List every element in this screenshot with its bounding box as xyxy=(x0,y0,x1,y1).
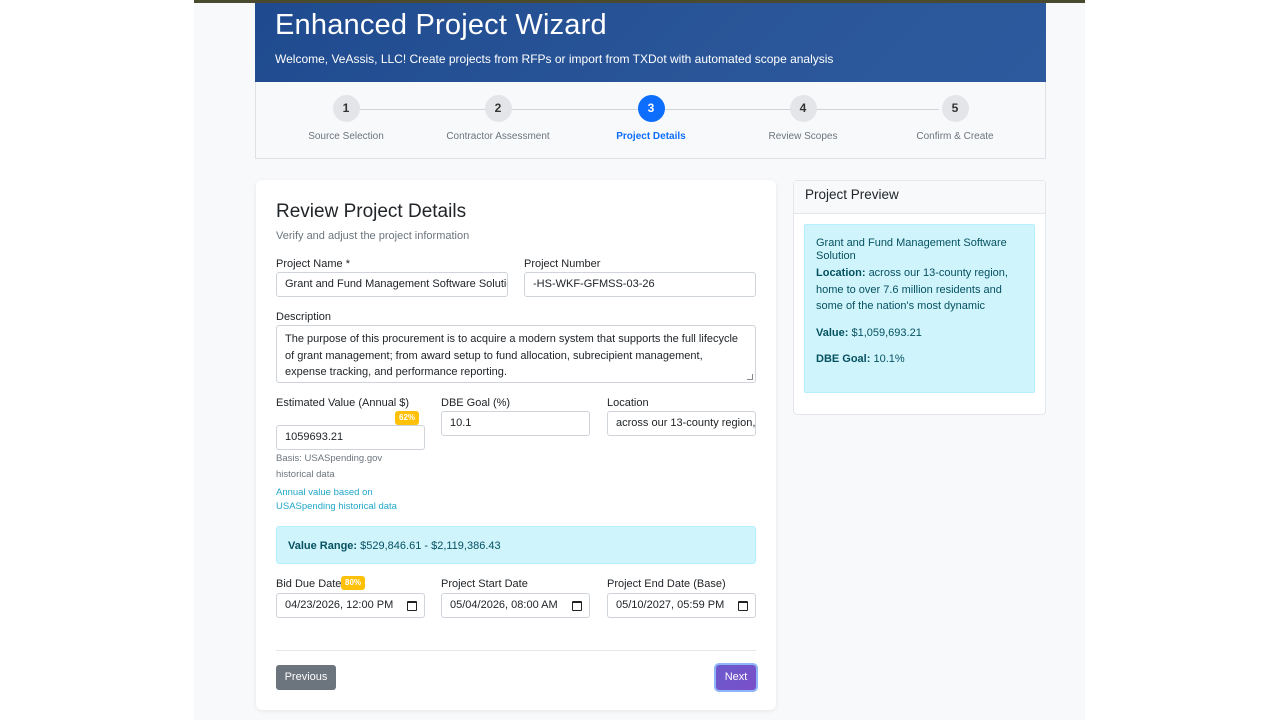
previous-button[interactable]: Previous xyxy=(276,665,336,690)
page-title: Enhanced Project Wizard xyxy=(275,9,607,41)
step-number: 5 xyxy=(941,95,969,122)
wizard-header: Enhanced Project Wizard Welcome, VeAssis… xyxy=(255,3,1046,82)
bid-due-label: Bid Due Date xyxy=(276,578,342,590)
form-divider xyxy=(276,650,756,651)
dbe-goal-label: DBE Goal (%) xyxy=(441,397,511,409)
preview-dbe-label: DBE Goal: xyxy=(816,353,871,365)
bid-due-date-input[interactable]: 04/23/2026, 12:00 PM xyxy=(276,593,425,618)
card-title: Review Project Details xyxy=(276,201,467,222)
preview-title: Project Preview xyxy=(794,181,1045,214)
next-button[interactable]: Next xyxy=(716,665,756,690)
preview-dbe-value: 10.1% xyxy=(873,353,905,365)
start-date-input[interactable]: 05/04/2026, 08:00 AM xyxy=(441,593,590,618)
calendar-icon[interactable] xyxy=(572,601,582,611)
preview-value-amount: $1,059,693.21 xyxy=(851,326,922,339)
end-date-value: 05/10/2027, 05:59 PM xyxy=(616,599,725,611)
value-hint-line-1: Annual value based on xyxy=(276,487,373,498)
description-text: The purpose of this procurement is to ac… xyxy=(285,333,739,378)
card-subtitle: Verify and adjust the project informatio… xyxy=(276,230,470,242)
value-range-alert: Value Range: $529,846.61 - $2,119,386.43 xyxy=(276,526,756,564)
project-name-input[interactable]: Grant and Fund Management Software Solut… xyxy=(276,272,508,297)
bid-due-date-value: 04/23/2026, 12:00 PM xyxy=(285,599,394,611)
value-range-text: $529,846.61 - $2,119,386.43 xyxy=(360,540,501,552)
step-project-details[interactable]: 3 Project Details xyxy=(576,95,726,142)
value-basis-line-1: Basis: USASpending.gov xyxy=(276,453,383,464)
preview-location-label: Location: xyxy=(816,267,866,279)
step-label: Contractor Assessment xyxy=(446,131,550,142)
step-confirm-create[interactable]: 5 Confirm & Create xyxy=(880,95,1030,142)
step-source-selection[interactable]: 1 Source Selection xyxy=(271,95,421,142)
step-label: Confirm & Create xyxy=(916,131,994,142)
preview-project-name: Grant and Fund Management Software Solut… xyxy=(816,237,1007,262)
project-number-label: Project Number xyxy=(524,258,601,270)
end-date-label: Project End Date (Base) xyxy=(607,578,726,590)
project-name-label: Project Name * xyxy=(276,258,350,270)
step-label: Project Details xyxy=(616,131,686,142)
step-number: 4 xyxy=(789,95,817,122)
step-number: 1 xyxy=(332,95,360,122)
dbe-goal-input[interactable]: 10.1 xyxy=(441,411,590,436)
estimated-value-input[interactable]: 1059693.21 xyxy=(276,425,425,450)
project-number-input[interactable]: -HS-WKF-GFMSS-03-26 xyxy=(524,272,756,297)
start-date-label: Project Start Date xyxy=(441,578,528,590)
step-label: Review Scopes xyxy=(768,131,838,142)
value-hint-line-2: USASpending historical data xyxy=(276,501,397,512)
step-contractor-assessment[interactable]: 2 Contractor Assessment xyxy=(423,95,573,142)
preview-value-label: Value: xyxy=(816,326,849,339)
resize-handle-icon[interactable] xyxy=(747,374,753,380)
value-basis-line-2: historical data xyxy=(276,469,335,480)
calendar-icon[interactable] xyxy=(738,601,748,611)
calendar-icon[interactable] xyxy=(407,601,417,611)
step-number: 2 xyxy=(484,95,512,122)
location-label: Location xyxy=(607,397,649,409)
project-details-card: Review Project Details Verify and adjust… xyxy=(256,180,776,710)
step-review-scopes[interactable]: 4 Review Scopes xyxy=(728,95,878,142)
estimated-value-label: Estimated Value (Annual $) xyxy=(276,397,410,409)
end-date-input[interactable]: 05/10/2027, 05:59 PM xyxy=(607,593,756,618)
confidence-badge: 62% xyxy=(395,411,420,425)
value-range-label: Value Range: xyxy=(288,540,358,552)
wizard-stepper: 1 Source Selection 2 Contractor Assessme… xyxy=(255,82,1046,159)
project-preview-card: Project Preview Grant and Fund Managemen… xyxy=(793,180,1046,415)
confidence-badge: 80% xyxy=(341,576,366,590)
page-subtitle: Welcome, VeAssis, LLC! Create projects f… xyxy=(275,52,834,66)
preview-summary: Grant and Fund Management Software Solut… xyxy=(804,224,1035,393)
start-date-value: 05/04/2026, 08:00 AM xyxy=(450,599,558,611)
description-label: Description xyxy=(276,311,332,323)
step-label: Source Selection xyxy=(308,131,384,142)
description-textarea[interactable]: The purpose of this procurement is to ac… xyxy=(276,325,756,383)
step-number: 3 xyxy=(637,95,665,122)
location-input[interactable]: across our 13-county region, home to ove… xyxy=(607,411,756,436)
